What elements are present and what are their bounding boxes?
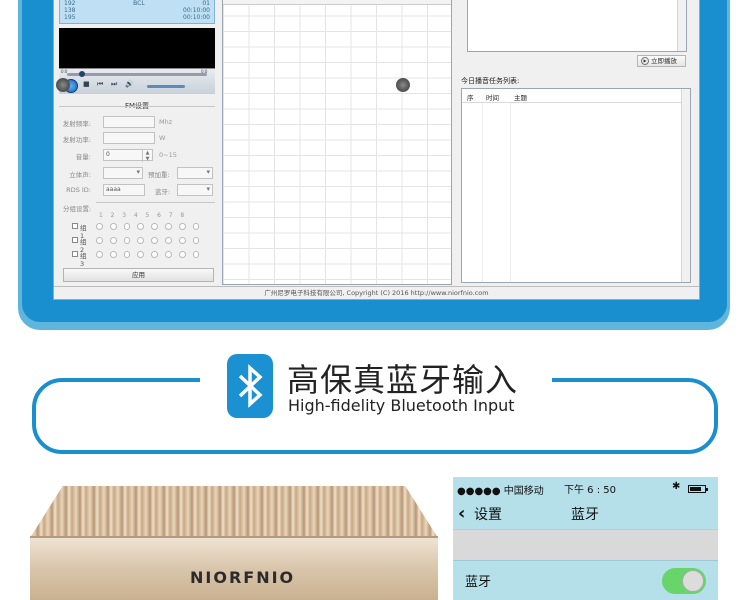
volume-slider[interactable] xyxy=(147,85,185,88)
bluetooth-row-label: 蓝牙 xyxy=(465,575,492,590)
stereo-select[interactable] xyxy=(103,167,143,179)
seek-handle[interactable] xyxy=(79,71,85,77)
rds-row: RDS ID: aaaa 蓝牙: xyxy=(59,184,215,196)
battery-icon xyxy=(688,485,708,493)
screw-icon xyxy=(56,78,70,92)
power-row: 发射功率: W xyxy=(59,132,215,144)
freq-row: 发射频率: Mhz xyxy=(59,116,215,128)
power-label: 发射功率: xyxy=(62,136,91,144)
apply-button[interactable]: 应用 xyxy=(63,268,214,282)
stop-icon[interactable]: ■ xyxy=(83,80,90,88)
bluetooth-icon xyxy=(227,354,273,418)
scrollbar[interactable] xyxy=(677,0,686,51)
column-divider xyxy=(482,103,483,282)
device-brand: NIORFNIO xyxy=(190,568,296,587)
next-icon[interactable]: ⏭ xyxy=(111,80,117,89)
toggle-knob[interactable] xyxy=(682,570,704,592)
col-index: 序 xyxy=(467,94,474,102)
banner-title-en: High-fidelity Bluetooth Input xyxy=(288,396,515,415)
status-line: 138 00:10:00 xyxy=(64,7,210,14)
divider xyxy=(59,106,215,107)
bluetooth-label: 蓝牙: xyxy=(155,188,171,196)
time-total: 0:0 xyxy=(201,69,208,74)
seek-bar[interactable] xyxy=(67,71,207,77)
table-header: 序 时间 主题 xyxy=(462,89,690,103)
bluetooth-toggle[interactable] xyxy=(662,568,706,594)
banner-title-cn: 高保真蓝牙输入 xyxy=(287,361,519,399)
preemphasis-select[interactable] xyxy=(177,167,213,179)
group-settings-label: 分组设置: xyxy=(63,205,92,213)
group-checkbox[interactable] xyxy=(72,223,78,229)
freq-unit: Mhz xyxy=(159,118,173,126)
volume-range: 0~15 xyxy=(159,151,177,159)
carrier-signal: ●●●●● 中国移动 xyxy=(457,486,544,497)
task-list-title: 今日播音任务列表: xyxy=(461,77,520,85)
bluetooth-row: 蓝牙 xyxy=(453,560,718,600)
freq-label: 发射频率: xyxy=(62,120,91,128)
section-spacer xyxy=(453,529,718,560)
rds-input[interactable]: aaaa xyxy=(103,184,145,196)
group-radios[interactable] xyxy=(96,251,200,258)
freq-input[interactable] xyxy=(103,116,155,128)
divider xyxy=(96,202,215,203)
back-button[interactable]: 设置 xyxy=(474,504,502,524)
stereo-label: 立体声: xyxy=(69,171,91,179)
copyright-footer: 广州尼罗电子科技有限公司, Copyright (C) 2016 http://… xyxy=(54,286,699,299)
volume-icon[interactable]: 🔊 xyxy=(125,80,134,88)
power-unit: W xyxy=(159,134,166,142)
bluetooth-status-icon: ✱ xyxy=(672,481,681,492)
preemphasis-label: 预加重: xyxy=(148,171,170,179)
time-elapsed: 0:0 xyxy=(61,69,68,74)
program-grid[interactable] xyxy=(222,0,452,285)
status-bar: ●●●●● 中国移动 下午 6 : 50 ✱ xyxy=(453,477,718,497)
group-radios[interactable] xyxy=(96,237,200,244)
group-checkbox[interactable] xyxy=(72,251,78,257)
status-line: 192 BCL 01 xyxy=(64,0,210,7)
stepper-arrows[interactable]: ▲ ▼ xyxy=(142,150,152,162)
status-display: 192 BCL 01 138 00:10:00 195 00:10:00 xyxy=(59,0,215,24)
col-topic: 主题 xyxy=(514,94,527,102)
volume-row: 音量: 0 ▲ ▼ 0~15 xyxy=(59,149,215,162)
volume-stepper[interactable]: 0 ▲ ▼ xyxy=(103,149,153,162)
status-time: 下午 6 : 50 xyxy=(564,485,616,496)
play-now-button[interactable]: ▶ 立即播放 xyxy=(637,55,686,67)
message-box[interactable] xyxy=(467,0,687,52)
group-radios[interactable] xyxy=(96,223,200,230)
status-line: 195 00:10:00 xyxy=(64,14,210,21)
volume-label: 音量: xyxy=(75,153,91,161)
heatsink-fins xyxy=(30,486,438,538)
column-divider xyxy=(510,103,511,282)
phone-bluetooth-settings: ●●●●● 中国移动 下午 6 : 50 ✱ ‹ 设置 蓝牙 蓝牙 xyxy=(453,477,718,600)
group-columns: 1 2 3 4 5 6 7 8 xyxy=(99,212,185,219)
scrollbar[interactable] xyxy=(681,89,690,282)
nav-title: 蓝牙 xyxy=(571,507,599,523)
broadcast-software-window: 192 BCL 01 138 00:10:00 195 00:10:00 0:0 0:0… xyxy=(53,0,700,300)
rds-label: RDS ID: xyxy=(66,186,91,194)
back-chevron-icon[interactable]: ‹ xyxy=(458,503,465,524)
grid-header xyxy=(223,0,451,5)
group-checkbox[interactable] xyxy=(72,237,78,243)
previous-icon[interactable]: ⏮ xyxy=(97,80,103,89)
screw-icon xyxy=(396,78,410,92)
stereo-row: 立体声: 预加重: xyxy=(59,167,215,179)
media-player-controls: 0:0 0:0 ■ ⏮ ⏭ 🔊 xyxy=(59,68,215,94)
play-icon: ▶ xyxy=(641,57,649,65)
bluetooth-select[interactable] xyxy=(177,184,213,196)
power-input[interactable] xyxy=(103,132,155,144)
task-list-table[interactable]: 序 时间 主题 xyxy=(461,88,691,283)
navigation-bar: ‹ 设置 蓝牙 xyxy=(453,497,718,529)
col-time: 时间 xyxy=(486,94,499,102)
